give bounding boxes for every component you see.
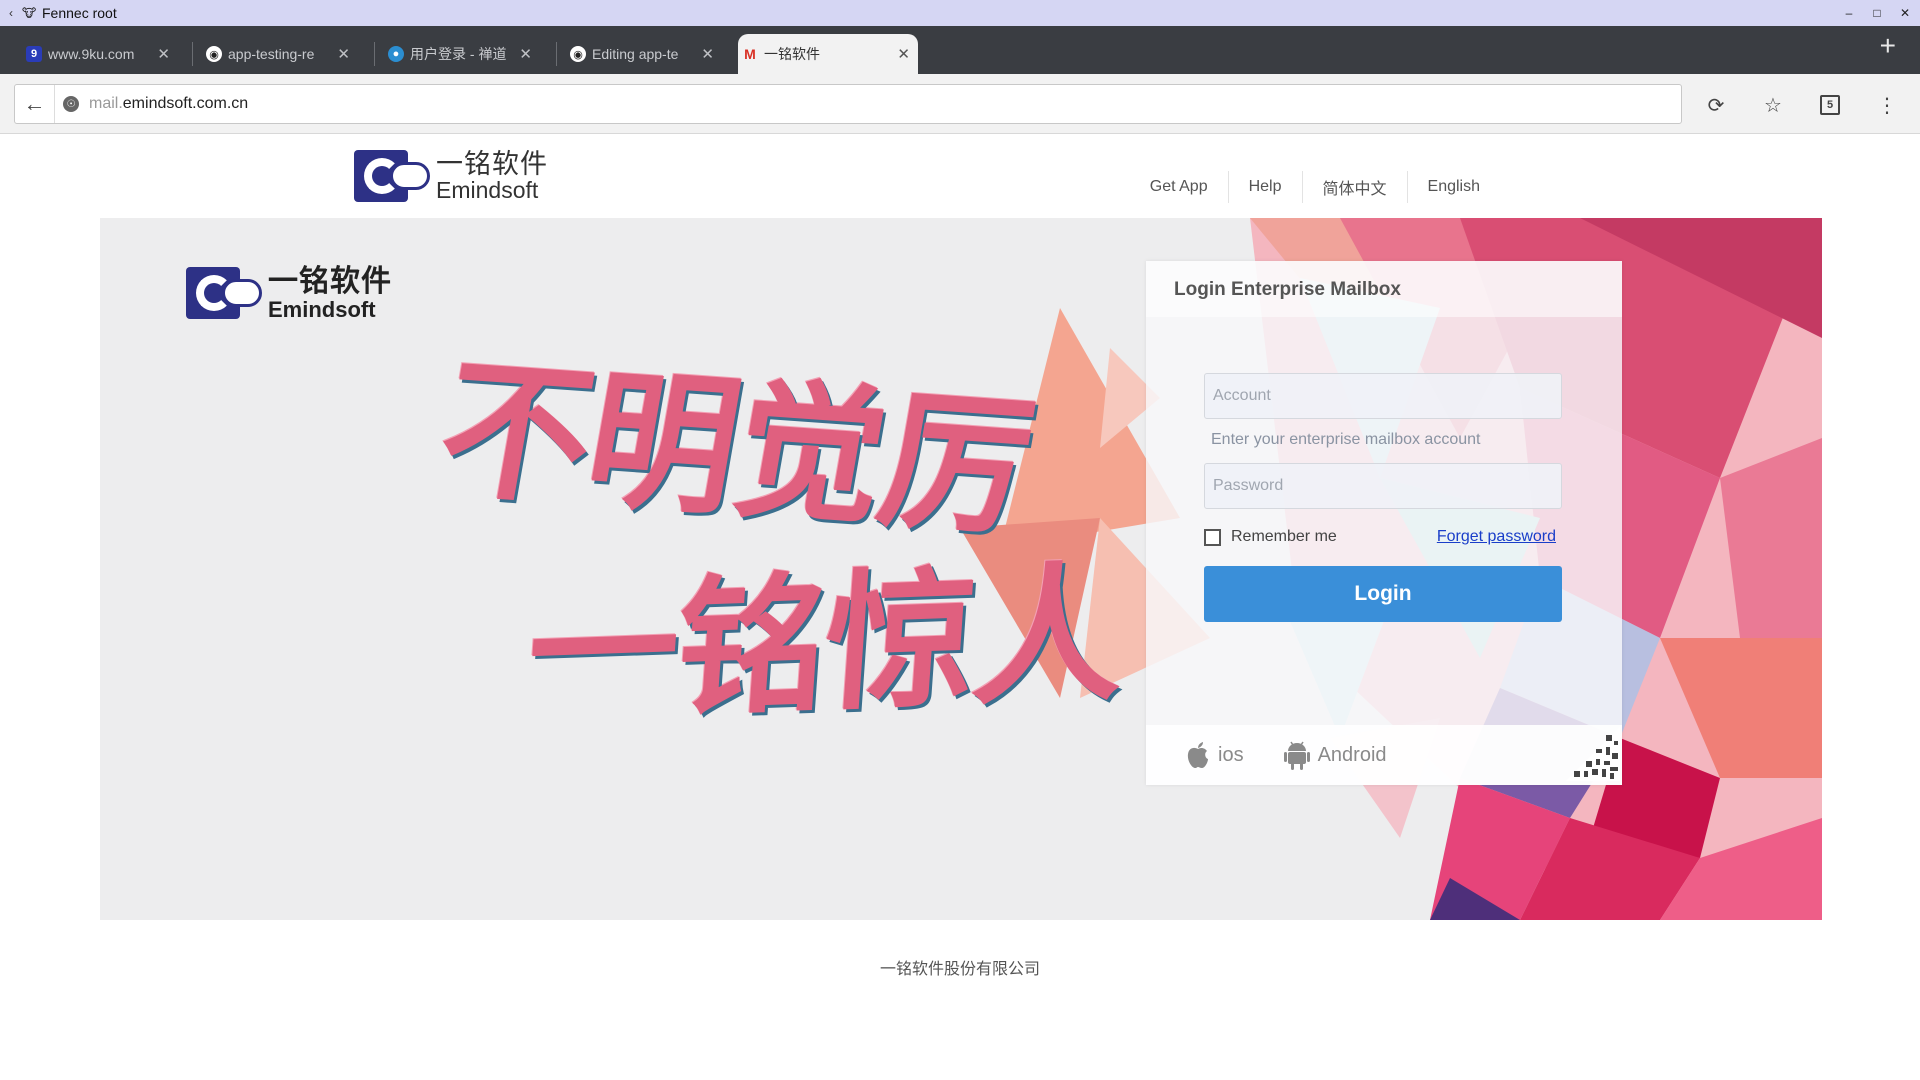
tab-9ku[interactable]: 9 www.9ku.com ✕ [22,34,178,74]
url-domain: emindsoft.com.cn [122,95,249,112]
tab-app-testing[interactable]: ◉ app-testing-re ✕ [202,34,358,74]
minimize-icon[interactable]: – [1842,6,1856,20]
login-title: Login Enterprise Mailbox [1146,261,1622,317]
close-icon[interactable]: ✕ [701,45,714,63]
window-titlebar: ‹ 🐮 Fennec root – □ ✕ [0,0,1920,26]
banner-logo: 一铭软件 Emindsoft [186,266,392,321]
banner-logo-text-en: Emindsoft [268,296,376,322]
tab-title: www.9ku.com [48,46,135,62]
slogan-line-2: 一铭惊人 [522,547,1129,743]
tab-editing[interactable]: ◉ Editing app-te ✕ [566,34,722,74]
emindsoft-logo-icon [186,267,262,320]
browser-toolbar: ← ☉ mail.emindsoft.com.cn ⟳ ☆ 5 ⋮ [0,74,1920,134]
tab-title: app-testing-re [228,46,315,62]
nav-lang-chinese[interactable]: 简体中文 [1303,175,1407,199]
nav-get-app[interactable]: Get App [1130,178,1228,196]
url-subdomain: mail. [89,95,123,112]
account-input[interactable] [1204,373,1562,419]
gmail-m-icon: M [744,46,756,62]
tab-divider [374,42,375,66]
android-app-link[interactable]: Android [1283,740,1387,770]
bookmark-star-icon[interactable]: ☆ [1760,92,1786,118]
remember-me-label: Remember me [1231,528,1337,545]
close-window-icon[interactable]: ✕ [1898,6,1912,20]
emindsoft-logo-icon [354,150,430,203]
banner-logo-text-cn: 一铭软件 [268,265,392,298]
apple-icon [1187,742,1208,768]
logo-text-en: Emindsoft [436,177,539,204]
tab-zentao[interactable]: ● 用户登录 - 禅道 ✕ [384,34,540,74]
site-logo[interactable]: 一铭软件 Emindsoft [354,150,548,202]
github-icon: ◉ [570,46,586,62]
window-controls: – □ ✕ [1842,0,1912,26]
android-icon [1283,741,1310,770]
app-icon: 🐮 [22,6,37,20]
zentao-icon: ● [388,46,404,62]
site-info-icon[interactable]: ☉ [63,96,79,112]
site-header: 一铭软件 Emindsoft Get App Help 简体中文 English [0,135,1920,217]
login-button[interactable]: Login [1204,566,1562,622]
address-bar[interactable]: ← ☉ mail.emindsoft.com.cn [14,84,1682,124]
password-input[interactable] [1204,463,1562,509]
nav-help[interactable]: Help [1229,178,1302,196]
tab-title: Editing app-te [592,46,679,62]
new-tab-icon[interactable]: + [1880,32,1896,60]
tab-divider [192,42,193,66]
footer-company: 一铭软件股份有限公司 [879,961,1040,978]
titlebar-back-icon[interactable]: ‹ [0,6,22,20]
account-hint: Enter your enterprise mailbox account [1211,431,1481,448]
maximize-icon[interactable]: □ [1870,6,1884,20]
ios-app-link[interactable]: ios [1186,741,1244,769]
tab-count: 5 [1820,95,1840,115]
ios-label: ios [1218,743,1244,766]
remember-me[interactable]: Remember me [1204,528,1337,546]
android-label: Android [1317,743,1387,766]
close-icon[interactable]: ✕ [897,45,910,63]
reload-icon[interactable]: ⟳ [1703,92,1729,118]
nav-lang-english[interactable]: English [1408,178,1500,196]
close-icon[interactable]: ✕ [157,45,170,63]
menu-kebab-icon[interactable]: ⋮ [1874,92,1900,118]
login-panel: Login Enterprise Mailbox Enter your ente… [1146,261,1622,785]
forget-password-link[interactable]: Forget password [1437,528,1556,546]
tab-title: 一铭软件 [764,46,820,62]
logo-text-cn: 一铭软件 [436,149,548,179]
window-title: Fennec root [42,5,117,21]
header-nav: Get App Help 简体中文 English [1130,171,1500,203]
tab-divider [556,42,557,66]
tab-switcher-icon[interactable]: 5 [1817,92,1843,118]
tab-title: 用户登录 - 禅道 [410,46,507,62]
remember-me-checkbox[interactable] [1204,528,1221,546]
9ku-icon: 9 [26,46,42,62]
github-icon: ◉ [206,46,222,62]
qr-code-icon[interactable] [1566,727,1620,781]
close-icon[interactable]: ✕ [519,45,532,63]
app-download-row: ios Android [1146,725,1622,785]
tab-strip: 9 www.9ku.com ✕ ◉ app-testing-re ✕ ● 用户登… [0,26,1920,74]
tab-emindsoft[interactable]: M 一铭软件 ✕ [738,34,918,74]
url-text[interactable]: mail.emindsoft.com.cn [89,95,248,113]
back-arrow-icon[interactable]: ← [15,85,55,123]
hero-banner: 一铭软件 Emindsoft 不明觉厉 一铭惊人 Login Enterpris… [100,218,1822,920]
close-icon[interactable]: ✕ [337,45,350,63]
